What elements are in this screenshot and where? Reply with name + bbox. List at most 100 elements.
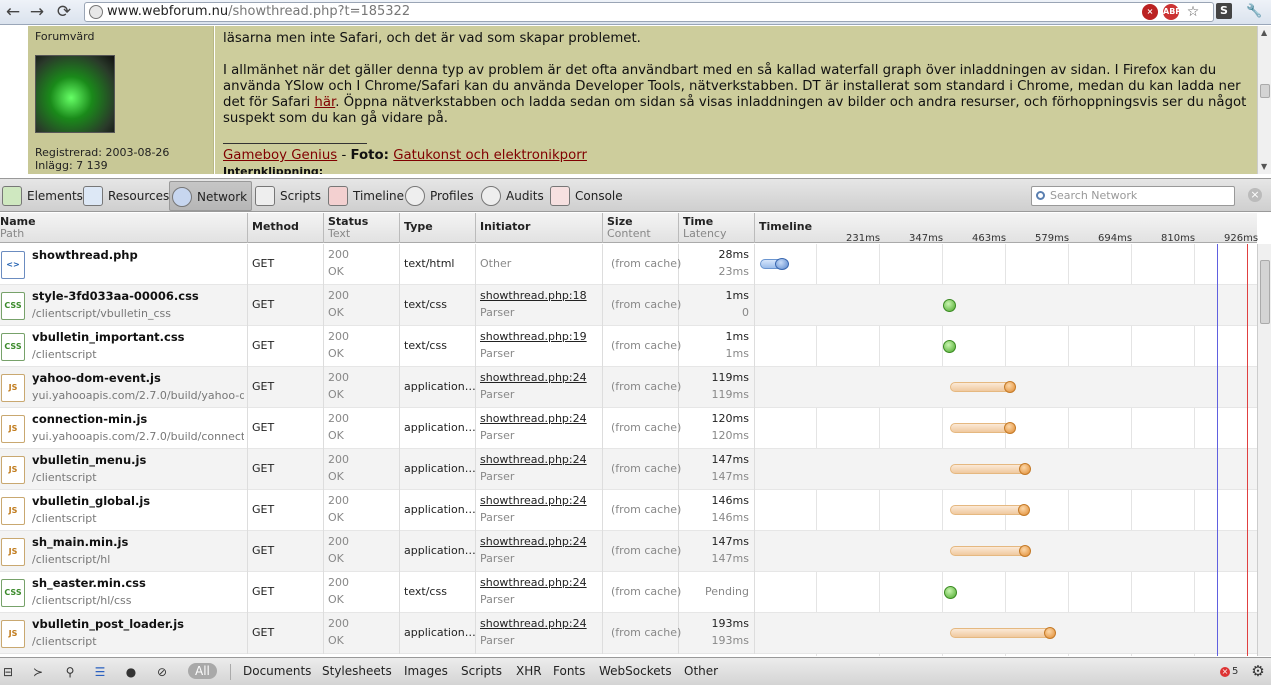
resource-name[interactable]: sh_easter.min.css [32, 576, 244, 590]
filter-stylesheets[interactable]: Stylesheets [322, 664, 392, 678]
network-row[interactable]: CSS sh_easter.min.css /clientscript/hl/c… [0, 572, 1257, 613]
network-row[interactable]: JS sh_main.min.js /clientscript/hl GET 2… [0, 531, 1257, 572]
resource-name[interactable]: vbulletin_global.js [32, 494, 244, 508]
scroll-down-icon[interactable]: ▼ [1261, 162, 1267, 171]
filter-other[interactable]: Other [684, 664, 718, 678]
header-time[interactable]: Time Latency [679, 213, 755, 243]
cell-name[interactable]: JS sh_main.min.js /clientscript/hl [0, 531, 248, 572]
cell-name[interactable]: CSS style-3fd033aa-00006.css /clientscri… [0, 285, 248, 326]
network-row[interactable]: JS vbulletin_post_loader.js /clientscrip… [0, 613, 1257, 654]
page-scrollbar[interactable]: ▲ ▼ [1257, 26, 1271, 174]
filter-scripts[interactable]: Scripts [461, 664, 502, 678]
resource-name[interactable]: yahoo-dom-event.js [32, 371, 244, 385]
network-scroll-thumb[interactable] [1260, 260, 1270, 324]
filter-websockets[interactable]: WebSockets [599, 664, 672, 678]
cell-name[interactable]: JS vbulletin_post_loader.js /clientscrip… [0, 613, 248, 654]
resource-name[interactable]: vbulletin_menu.js [32, 453, 244, 467]
network-row[interactable]: JS vbulletin_global.js /clientscript GET… [0, 490, 1257, 531]
tab-audits[interactable]: Audits [479, 181, 544, 211]
initiator-link[interactable]: showthread.php:24 [480, 617, 587, 630]
network-row[interactable]: JS vbulletin_menu.js /clientscript GET 2… [0, 449, 1257, 490]
initiator-link[interactable]: showthread.php:24 [480, 535, 587, 548]
network-row[interactable]: <> showthread.php GET 200 OK text/html O… [0, 244, 1257, 285]
scroll-up-icon[interactable]: ▲ [1261, 28, 1267, 37]
cell-name[interactable]: CSS sh_easter.min.css /clientscript/hl/c… [0, 572, 248, 613]
stop-extension-icon[interactable]: × [1142, 4, 1158, 20]
settings-gear-icon[interactable]: ⚙ [1250, 663, 1266, 679]
initiator-link[interactable]: showthread.php:18 [480, 289, 587, 302]
header-type[interactable]: Type [400, 213, 476, 243]
har-link[interactable]: här [314, 95, 335, 110]
tab-resources[interactable]: Resources [81, 181, 169, 211]
page-scroll-thumb[interactable] [1260, 84, 1270, 98]
cell-name[interactable]: JS vbulletin_menu.js /clientscript [0, 449, 248, 490]
clear-search-icon[interactable]: × [1248, 188, 1262, 202]
reload-button[interactable]: ⟳ [54, 2, 74, 22]
tab-scripts[interactable]: Scripts [253, 181, 321, 211]
bookmark-star-icon[interactable]: ☆ [1185, 4, 1201, 20]
filter-images[interactable]: Images [404, 664, 448, 678]
inspect-search-icon[interactable]: ⚲ [62, 664, 78, 680]
timeline-bar-js[interactable] [949, 627, 1056, 639]
filter-all[interactable]: All [188, 663, 217, 679]
header-status[interactable]: Status Text [324, 213, 400, 243]
avatar[interactable] [35, 55, 115, 133]
large-rows-icon[interactable]: ☰ [92, 664, 108, 680]
resource-name[interactable]: style-3fd033aa-00006.css [32, 289, 244, 303]
dock-icon[interactable]: ⊟ [0, 664, 16, 680]
tab-profiles[interactable]: Profiles [403, 181, 474, 211]
initiator-link[interactable]: showthread.php:24 [480, 412, 587, 425]
search-network-input[interactable]: Search Network [1031, 186, 1235, 206]
resource-name[interactable]: showthread.php [32, 248, 244, 262]
initiator-link[interactable]: showthread.php:24 [480, 371, 587, 384]
resource-name[interactable]: vbulletin_post_loader.js [32, 617, 244, 631]
cell-name[interactable]: JS connection-min.js yui.yahooapis.com/2… [0, 408, 248, 449]
record-icon[interactable]: ● [123, 664, 139, 680]
timeline-bar-js[interactable] [949, 381, 1016, 393]
network-scrollbar[interactable] [1257, 244, 1271, 656]
cell-name[interactable]: JS yahoo-dom-event.js yui.yahooapis.com/… [0, 367, 248, 408]
initiator-link[interactable]: showthread.php:19 [480, 330, 587, 343]
timeline-bar-js[interactable] [949, 422, 1017, 434]
wrench-menu-icon[interactable]: 🔧 [1246, 4, 1262, 20]
tab-console[interactable]: Console [548, 181, 623, 211]
extension-s-icon[interactable]: S [1216, 3, 1232, 19]
header-name[interactable]: Name Path [0, 213, 248, 243]
network-row[interactable]: CSS style-3fd033aa-00006.css /clientscri… [0, 285, 1257, 326]
resource-name[interactable]: sh_main.min.js [32, 535, 244, 549]
network-row[interactable]: JS yahoo-dom-event.js yui.yahooapis.com/… [0, 367, 1257, 408]
tab-elements[interactable]: Elements [0, 181, 83, 211]
resource-name[interactable]: connection-min.js [32, 412, 244, 426]
address-bar[interactable]: www.webforum.nu/showthread.php?t=185322 [84, 2, 1214, 22]
adblock-icon[interactable]: ABP [1163, 4, 1181, 20]
timeline-bar-js[interactable] [949, 463, 1031, 475]
cell-name[interactable]: CSS vbulletin_important.css /clientscrip… [0, 326, 248, 367]
filter-xhr[interactable]: XHR [516, 664, 542, 678]
timeline-bar-css[interactable] [943, 340, 957, 353]
header-initiator[interactable]: Initiator [476, 213, 603, 243]
signature-link-gatukonst[interactable]: Gatukonst och elektronikporr [393, 148, 587, 163]
header-method[interactable]: Method [248, 213, 324, 243]
filter-documents[interactable]: Documents [243, 664, 311, 678]
timeline-bar-css[interactable] [942, 299, 956, 312]
network-row[interactable]: JS connection-min.js yui.yahooapis.com/2… [0, 408, 1257, 449]
signature-link-gameboy[interactable]: Gameboy Genius [223, 148, 337, 163]
header-size[interactable]: Size Content [603, 213, 679, 243]
timeline-bar-js[interactable] [949, 504, 1031, 516]
cell-name[interactable]: JS vbulletin_global.js /clientscript [0, 490, 248, 531]
initiator-link[interactable]: showthread.php:24 [480, 576, 587, 589]
clear-icon[interactable]: ⊘ [154, 664, 170, 680]
forward-button[interactable]: → [27, 2, 47, 22]
resource-name[interactable]: vbulletin_important.css [32, 330, 244, 344]
timeline-bar-css[interactable] [944, 586, 958, 599]
console-toggle-icon[interactable]: ≻ [30, 664, 46, 680]
timeline-bar-html[interactable] [760, 258, 789, 270]
initiator-link[interactable]: showthread.php:24 [480, 453, 587, 466]
tab-network[interactable]: Network [169, 181, 253, 211]
filter-fonts[interactable]: Fonts [553, 664, 585, 678]
cell-name[interactable]: <> showthread.php [0, 244, 248, 285]
back-button[interactable]: ← [3, 2, 23, 22]
timeline-bar-js[interactable] [949, 545, 1031, 557]
tab-timeline[interactable]: Timeline [326, 181, 404, 211]
error-count-badge[interactable]: × 5 [1220, 666, 1238, 677]
